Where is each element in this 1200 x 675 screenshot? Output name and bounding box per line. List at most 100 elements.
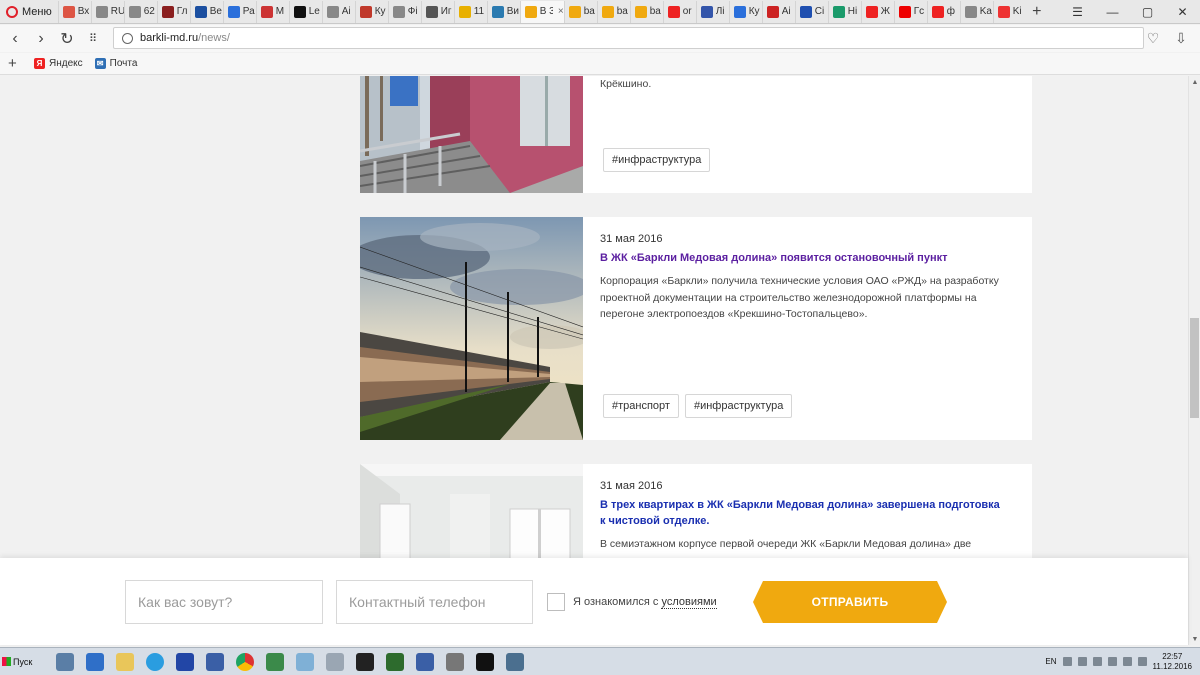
browser-tab[interactable]: Сі [794, 0, 828, 23]
browser-tab[interactable]: ф [926, 0, 960, 23]
back-button[interactable]: ‹ [2, 27, 28, 51]
consent-row: Я ознакомился с условиями [547, 593, 717, 611]
chart-app-icon[interactable] [260, 648, 290, 675]
bookmark-label: Почта [109, 58, 138, 69]
page-icon [95, 5, 108, 18]
name-input[interactable] [125, 580, 323, 624]
browser-tab[interactable]: Вх [57, 0, 91, 23]
powershell-icon[interactable] [80, 648, 110, 675]
submit-button[interactable]: ОТПРАВИТЬ [753, 581, 947, 623]
callback-form: Я ознакомился с условиями ОТПРАВИТЬ [0, 558, 1188, 645]
settings-app-icon[interactable] [320, 648, 350, 675]
scroll-up-arrow-icon[interactable]: ▲ [1189, 76, 1200, 88]
reload-button[interactable]: ↻ [54, 27, 80, 51]
browser-tab[interactable]: Гл [156, 0, 190, 23]
speed-dial-button[interactable]: ⠿ [80, 27, 106, 51]
browser-tab[interactable]: ba [563, 0, 597, 23]
add-bookmark-button[interactable]: + [8, 55, 22, 72]
tray-app-icon[interactable] [1077, 657, 1087, 666]
news-text: В семиэтажном корпусе первой очереди ЖК … [600, 538, 972, 550]
page-scrollbar[interactable]: ▲ ▼ [1188, 76, 1200, 645]
news-image-train[interactable] [360, 217, 583, 440]
browser-tab[interactable]: ba [629, 0, 663, 23]
close-window-button[interactable]: ✕ [1165, 0, 1200, 24]
terminal-icon[interactable] [350, 648, 380, 675]
7zip-icon[interactable] [470, 648, 500, 675]
start-button[interactable]: Пуск [2, 651, 40, 673]
browser-tab[interactable]: Ka [959, 0, 993, 23]
browser-tab[interactable]: Гс [893, 0, 927, 23]
scrollbar-thumb[interactable] [1190, 318, 1199, 418]
tag-transport[interactable]: #транспорт [603, 394, 679, 418]
chrome-icon[interactable] [230, 648, 260, 675]
browser-tab[interactable]: Ж [860, 0, 894, 23]
minimize-button[interactable]: — [1095, 0, 1130, 24]
news-card[interactable]: 31 мая 2016 В ЖК «Баркли Медовая долина»… [360, 217, 1032, 440]
remote-desktop-icon[interactable] [500, 648, 530, 675]
browser-tab-active[interactable]: В 3× [519, 0, 564, 23]
browser-tab[interactable]: 11 [453, 0, 487, 23]
download-icon[interactable]: ⇩ [1172, 29, 1190, 47]
network-adapter-icon[interactable] [410, 648, 440, 675]
browser-tab[interactable]: ba [596, 0, 630, 23]
browser-tab[interactable]: Аі [761, 0, 795, 23]
slash-icon [227, 5, 240, 18]
tab-menu-icon[interactable]: ☰ [1060, 0, 1095, 24]
language-indicator[interactable]: EN [1045, 657, 1056, 666]
bookmark-mail[interactable]: ✉ Почта [94, 58, 138, 69]
browser-tab[interactable]: Ку [728, 0, 762, 23]
consent-checkbox[interactable] [547, 593, 565, 611]
news-title-link[interactable]: В трех квартирах в ЖК «Баркли Медовая до… [600, 497, 1002, 529]
network-app-icon[interactable] [50, 648, 80, 675]
browser-tab[interactable]: Ви [486, 0, 520, 23]
terms-link[interactable]: условиями [661, 596, 717, 609]
browser-tab[interactable]: Иг [420, 0, 454, 23]
compass-icon[interactable] [440, 648, 470, 675]
tray-volume-icon[interactable] [1137, 657, 1147, 666]
browser-tab[interactable]: Фі [387, 0, 421, 23]
new-tab-button[interactable]: + [1026, 1, 1048, 23]
browser-tab[interactable]: or [662, 0, 696, 23]
tray-network-icon[interactable] [1122, 657, 1132, 666]
forward-button[interactable]: › [28, 27, 54, 51]
tray-arrow-icon[interactable] [1062, 657, 1072, 666]
news-body: 31 мая 2016 В ЖК «Баркли Медовая долина»… [600, 233, 1002, 323]
browser-tab[interactable]: RU [90, 0, 124, 23]
ie-icon[interactable] [140, 648, 170, 675]
browser-tab[interactable]: Ра [222, 0, 256, 23]
browser-tab[interactable]: Ki [992, 0, 1026, 23]
browser-tab[interactable]: M [255, 0, 289, 23]
news-image-building[interactable] [360, 76, 583, 193]
youtube-icon [898, 5, 911, 18]
tab-title: Кy [374, 6, 386, 17]
browser-tab[interactable]: Le [288, 0, 322, 23]
network-globe-icon[interactable] [200, 648, 230, 675]
monitor-icon[interactable] [380, 648, 410, 675]
heart-icon[interactable]: ♡ [1144, 29, 1162, 47]
notes-app-icon[interactable] [290, 648, 320, 675]
grid-app-icon[interactable] [170, 648, 200, 675]
phone-input[interactable] [336, 580, 533, 624]
news-title-link[interactable]: В ЖК «Баркли Медовая долина» появится ос… [600, 250, 1002, 266]
system-clock[interactable]: 22:57 11.12.2016 [1153, 652, 1192, 672]
maximize-button[interactable]: ▢ [1130, 0, 1165, 24]
scroll-down-arrow-icon[interactable]: ▼ [1189, 633, 1200, 645]
tag-infrastructure[interactable]: #инфраструктура [684, 394, 793, 418]
bookmark-yandex[interactable]: Я Яндекс [34, 58, 83, 69]
news-card[interactable]: Крёкшино. #инфраструктура [360, 76, 1032, 193]
folder-icon[interactable] [110, 648, 140, 675]
browser-tab[interactable]: Ве [189, 0, 223, 23]
tray-app-icon[interactable] [1092, 657, 1102, 666]
browser-tab[interactable]: Кy [354, 0, 388, 23]
url-field[interactable]: barkli-md.ru/news/ [113, 27, 1144, 49]
tag-infrastructure[interactable]: #инфраструктура [603, 148, 711, 172]
browser-tab[interactable]: 62 [123, 0, 157, 23]
n-icon [832, 5, 845, 18]
browser-tab[interactable]: Ні [827, 0, 861, 23]
bookmark-label: Яндекс [49, 58, 83, 69]
tray-app-icon[interactable] [1107, 657, 1117, 666]
browser-tab[interactable]: Ai [321, 0, 355, 23]
browser-tab[interactable]: Лі [695, 0, 729, 23]
kinopoisk-icon [359, 5, 372, 18]
opera-menu-button[interactable]: Меню [0, 1, 58, 23]
